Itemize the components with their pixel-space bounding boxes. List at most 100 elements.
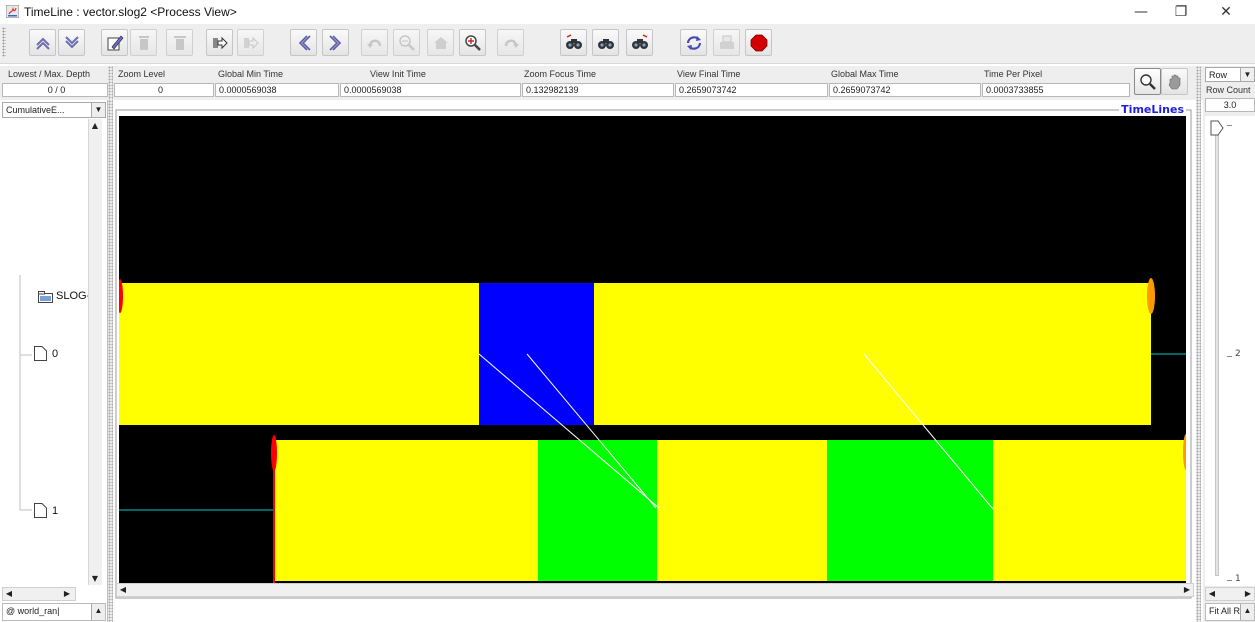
- hand-mode-toggle[interactable]: [1161, 68, 1188, 95]
- stop-button[interactable]: [745, 29, 772, 56]
- scroll-right-button[interactable]: [322, 29, 349, 56]
- mode-combo[interactable]: CumulativeE... ▼: [2, 102, 106, 118]
- state-rect-yellow[interactable]: [119, 283, 479, 425]
- scroll-left-button[interactable]: [290, 29, 317, 56]
- scroll-down-arrow-icon[interactable]: ▼: [89, 574, 101, 583]
- canvas-horizontal-scrollbar[interactable]: ◀ ▶: [116, 583, 1194, 597]
- binoculars-icon: [632, 34, 648, 49]
- scroll-up-arrow-icon[interactable]: ▲: [89, 121, 101, 130]
- zoom-home-button[interactable]: [427, 29, 454, 56]
- row-combo[interactable]: Row ▼: [1205, 67, 1255, 82]
- window-title: TimeLine : vector.slog2 <Process View>: [24, 5, 237, 19]
- right-splitter[interactable]: [1196, 66, 1201, 622]
- tree-item-0[interactable]: 0: [52, 348, 58, 360]
- view-init-time-label: View Init Time: [370, 69, 426, 79]
- slider-tick-1: 1: [1235, 574, 1241, 584]
- tree-item-1[interactable]: 1: [52, 505, 58, 517]
- view-final-time-label: View Final Time: [677, 69, 741, 79]
- delete-button[interactable]: [166, 29, 193, 56]
- scroll-right-arrow-icon[interactable]: ▶: [61, 589, 73, 598]
- zoom-out-button[interactable]: [393, 29, 420, 56]
- zoom-redo-button[interactable]: [497, 29, 524, 56]
- edit-button[interactable]: [101, 29, 128, 56]
- slider-tick-mark: [1227, 356, 1232, 357]
- file-icon: [34, 503, 47, 518]
- scroll-left-arrow-icon[interactable]: ◀: [117, 585, 129, 594]
- slider-tick-mark: [1227, 580, 1232, 581]
- event-marker-red[interactable]: [271, 435, 277, 471]
- row-slider[interactable]: 2 1: [1205, 116, 1255, 586]
- info-splitter[interactable]: [108, 66, 113, 100]
- scroll-right-arrow-icon[interactable]: ▶: [1181, 585, 1193, 594]
- scroll-left-arrow-icon[interactable]: ◀: [3, 589, 15, 598]
- move-up-button[interactable]: [29, 29, 56, 56]
- state-rect-yellow[interactable]: [594, 283, 1151, 425]
- state-rect-yellow[interactable]: [657, 440, 827, 581]
- global-min-time-field: 0.0000569038: [215, 83, 339, 97]
- move-down-button[interactable]: [58, 29, 85, 56]
- zoom-in-button[interactable]: [459, 29, 486, 56]
- chevron-left-icon: [298, 35, 311, 51]
- title-bar: TimeLine : vector.slog2 <Process View> —…: [0, 0, 1255, 24]
- print-button[interactable]: [713, 29, 740, 56]
- minimize-button[interactable]: —: [1124, 2, 1158, 22]
- global-min-time-label: Global Min Time: [218, 69, 284, 79]
- view-init-time-field: 0.0000569038: [340, 83, 521, 97]
- state-rect-green[interactable]: [538, 440, 657, 581]
- toolbar: [0, 24, 1255, 64]
- undo-icon: [367, 39, 382, 48]
- cut-button[interactable]: [130, 29, 157, 56]
- printer-icon: [720, 35, 734, 49]
- search-backward-button[interactable]: [560, 29, 587, 56]
- row-horizontal-scrollbar[interactable]: ◀ ▶: [1205, 587, 1255, 601]
- collapse-button[interactable]: [237, 29, 264, 56]
- fit-all-rows-label: Fit All R: [1209, 606, 1241, 616]
- folder-icon: [38, 291, 53, 303]
- zoom-mode-toggle[interactable]: [1134, 68, 1161, 95]
- timeline-canvas[interactable]: [119, 116, 1186, 587]
- refresh-icon: [686, 36, 702, 50]
- info-row: Lowest / Max. Depth 0 / 0 Zoom Level 0 G…: [0, 66, 1255, 100]
- zoom-level-label: Zoom Level: [118, 69, 166, 79]
- close-button[interactable]: ✕: [1209, 2, 1243, 22]
- restore-button[interactable]: ❐: [1164, 2, 1198, 22]
- zoom-focus-time-label: Zoom Focus Time: [524, 69, 597, 79]
- expand-button[interactable]: [206, 29, 233, 56]
- search-init-button[interactable]: [592, 29, 619, 56]
- tree-panel: CumulativeE... ▼ SLOG-2 0 1 ▲ ▼ ◀ ▶ @ wo…: [0, 100, 108, 622]
- zoom-focus-time-field[interactable]: 0.132982139: [522, 83, 674, 97]
- fit-all-rows-button[interactable]: Fit All R ▲: [1205, 603, 1255, 621]
- state-rect-yellow[interactable]: [274, 440, 538, 581]
- chevron-double-up-icon: [36, 37, 50, 50]
- state-rect-green[interactable]: [827, 440, 993, 581]
- mode-combo-value: CumulativeE...: [6, 105, 65, 115]
- zoom-in-icon: [465, 35, 481, 51]
- zoom-undo-button[interactable]: [361, 29, 388, 56]
- search-forward-button[interactable]: [626, 29, 653, 56]
- row-control-panel: Row ▼ Row Count 3.0 2 1 ◀ ▶ Fit All R ▲: [1203, 66, 1255, 622]
- trash-icon: [139, 36, 149, 50]
- tree-vertical-scrollbar[interactable]: ▲ ▼: [88, 119, 102, 585]
- refresh-button[interactable]: [680, 29, 707, 56]
- chevron-double-down-icon: [65, 36, 79, 49]
- event-marker-orange[interactable]: [1147, 278, 1155, 314]
- chevron-up-icon: ▲: [91, 604, 105, 620]
- row-count-field[interactable]: 3.0: [1205, 98, 1255, 112]
- file-icon: [34, 346, 47, 361]
- state-rect-yellow[interactable]: [993, 440, 1186, 581]
- slider-tick-2: 2: [1235, 349, 1241, 359]
- toolbar-grip[interactable]: [2, 27, 6, 57]
- chevron-up-icon: ▲: [1240, 604, 1254, 620]
- chevron-down-icon: ▼: [91, 103, 105, 117]
- world-rank-combo[interactable]: @ world_ran| ▲: [2, 603, 106, 621]
- scroll-right-arrow-icon[interactable]: ▶: [1242, 589, 1254, 598]
- slider-thumb[interactable]: [1210, 120, 1224, 136]
- pencil-icon: [107, 35, 124, 51]
- trash-icon: [174, 36, 186, 50]
- scroll-left-arrow-icon[interactable]: ◀: [1206, 589, 1218, 598]
- timelines-title: TimeLines: [1119, 103, 1186, 116]
- global-max-time-label: Global Max Time: [831, 69, 899, 79]
- zoom-out-icon: [399, 35, 415, 51]
- tree-horizontal-scrollbar[interactable]: ◀ ▶: [2, 587, 76, 601]
- view-final-time-field: 0.2659073742: [675, 83, 828, 97]
